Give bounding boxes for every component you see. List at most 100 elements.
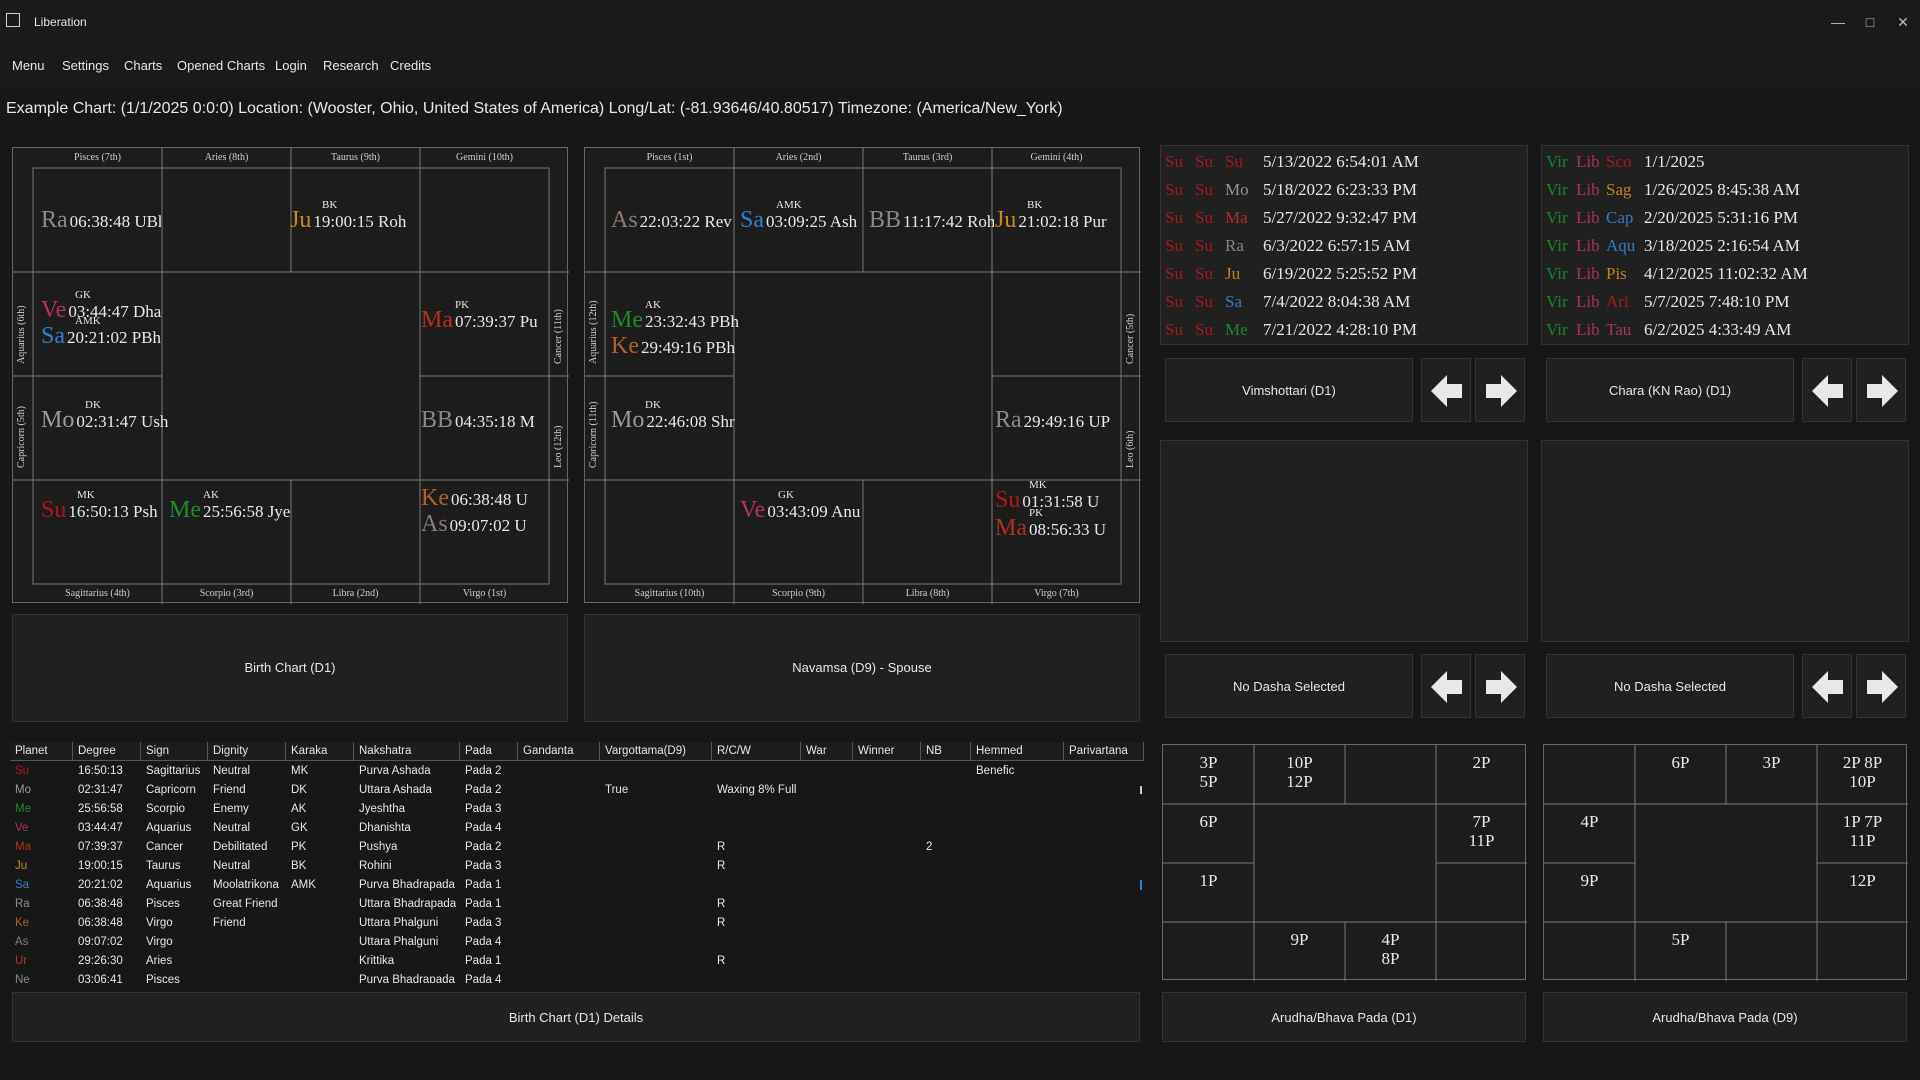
vimshottari-sub-next-button[interactable] <box>1475 654 1525 718</box>
planet-su[interactable]: Su 01:31:58 U MK <box>995 480 1120 513</box>
planet-ju[interactable]: Ju 21:02:18 Pur BK <box>995 200 1120 233</box>
table-scroll-marker[interactable] <box>1140 880 1142 890</box>
birth-chart-d1[interactable]: Pisces (7th) Sagittarius (4th) Aries (8th)… <box>12 147 569 604</box>
birth-chart-d1-button[interactable]: Birth Chart (D1) <box>12 614 568 722</box>
vimshottari-d1-button[interactable]: Vimshottari (D1) <box>1165 358 1413 422</box>
dasha-row[interactable]: Vir Lib Pis 4/12/2025 11:02:32 AM <box>1546 264 1808 284</box>
menu-item-research[interactable]: Research <box>323 58 379 73</box>
column-header[interactable]: War <box>801 742 853 761</box>
chara-sub-dasha-button[interactable]: No Dasha Selected <box>1546 654 1794 718</box>
dasha-row[interactable]: Su Su Su 5/13/2022 6:54:01 AM <box>1165 152 1419 172</box>
column-header[interactable]: Hemmed <box>971 742 1064 761</box>
table-row[interactable]: Ma 07:39:37 Cancer Debilitated PK Pushya Pada … <box>10 841 1144 860</box>
table-row[interactable]: Ju 19:00:15 Taurus Neutral BK Rohini Pada 3 R <box>10 860 1144 879</box>
table-row[interactable]: Ne 03:06:41 Pisces Purva Bhadrapada Pada 4 <box>10 974 1144 983</box>
navamsa-d9-button[interactable]: Navamsa (D9) - Spouse <box>584 614 1140 722</box>
planet-sa[interactable]: Sa 20:21:02 PBh AMK <box>41 316 166 349</box>
column-header[interactable]: Parivartana <box>1064 742 1144 761</box>
table-row[interactable]: As 09:07:02 Virgo Uttara Phalguni Pada 4 <box>10 936 1144 955</box>
planet-as[interactable]: As 09:07:02 U <box>421 512 556 536</box>
vimshottari-next-button[interactable] <box>1475 358 1525 422</box>
planet-ke[interactable]: Ke 06:38:48 U <box>421 486 556 510</box>
column-header[interactable]: Vargottama(D9) <box>600 742 712 761</box>
planet-bb[interactable]: BB 11:17:42 Roh <box>869 208 994 232</box>
column-header[interactable]: NB <box>921 742 971 761</box>
vimshottari-sub-dasha-button[interactable]: No Dasha Selected <box>1165 654 1413 718</box>
table-row[interactable]: Su 16:50:13 Sagittarius Neutral MK Purva Asha… <box>10 765 1144 784</box>
planet-as[interactable]: As 22:03:22 Rev <box>611 208 736 232</box>
chara-d1-button[interactable]: Chara (KN Rao) (D1) <box>1546 358 1794 422</box>
dasha-row[interactable]: Su Su Sa 7/4/2022 8:04:38 AM <box>1165 292 1410 312</box>
dasha-row[interactable]: Su Su Ju 6/19/2022 5:25:52 PM <box>1165 264 1417 284</box>
maximize-icon[interactable]: □ <box>1860 12 1880 32</box>
dasha-row[interactable]: Su Su Me 7/21/2022 4:28:10 PM <box>1165 320 1417 340</box>
table-row[interactable]: Me 25:56:58 Scorpio Enemy AK Jyeshtha Pada 3 <box>10 803 1144 822</box>
chara-no-dasha-label: No Dasha Selected <box>1613 679 1726 694</box>
planet-ra[interactable]: Ra 29:49:16 UP <box>995 408 1120 432</box>
arudha-pada-d9-button[interactable]: Arudha/Bhava Pada (D9) <box>1543 992 1907 1042</box>
vimshottari-d1-label: Vimshottari (D1) <box>1242 383 1336 398</box>
planet-details-table[interactable]: Planet Degree Sign Dignity Karaka Nakshatra Pa… <box>10 742 1144 983</box>
minimize-icon[interactable]: — <box>1828 12 1848 32</box>
planet-sa[interactable]: Sa 03:09:25 Ash AMK <box>740 200 865 233</box>
menu-item-settings[interactable]: Settings <box>62 58 109 73</box>
dasha-row[interactable]: Su Su Mo 5/18/2022 6:23:33 PM <box>1165 180 1417 200</box>
birth-chart-d1-details-button[interactable]: Birth Chart (D1) Details <box>12 992 1140 1042</box>
arudha-pada-d9-chart[interactable]: 6P 3P 2P 8P 10P 4P 1P 7P 11P 9P 12P 5P <box>1543 744 1908 981</box>
planet-ma[interactable]: Ma 08:56:33 U PK <box>995 508 1120 541</box>
dasha-row[interactable]: Vir Lib Aqu 3/18/2025 2:16:54 AM <box>1546 236 1800 256</box>
arudha-pada-d1-button[interactable]: Arudha/Bhava Pada (D1) <box>1162 992 1526 1042</box>
menu-item-charts[interactable]: Charts <box>124 58 162 73</box>
column-header[interactable]: Dignity <box>208 742 286 761</box>
vimshottari-sub-prev-button[interactable] <box>1421 654 1471 718</box>
close-icon[interactable]: ✕ <box>1893 12 1913 32</box>
planet-ju[interactable]: Ju 19:00:15 Roh BK <box>290 200 420 233</box>
dasha-row[interactable]: Vir Lib Ari 5/7/2025 7:48:10 PM <box>1546 292 1789 312</box>
arudha-pada-d1-chart[interactable]: 3P 5P 10P 12P 2P 6P 7P 11P 1P 9P 4P 8P <box>1162 744 1527 981</box>
planet-mo[interactable]: Mo 02:31:47 Ush DK <box>41 400 168 433</box>
chara-prev-button[interactable] <box>1802 358 1852 422</box>
dasha-date: 3/18/2025 2:16:54 AM <box>1644 236 1800 255</box>
navamsa-chart-d9[interactable]: Pisces (1st) Sagittarius (10th) Aries (2nd… <box>584 147 1141 604</box>
planet-su[interactable]: Su 16:50:13 Psh MK <box>41 490 166 523</box>
vimshottari-prev-button[interactable] <box>1421 358 1471 422</box>
dasha-row[interactable]: Vir Lib Tau 6/2/2025 4:33:49 AM <box>1546 320 1791 340</box>
dasha-row[interactable]: Su Su Ra 6/3/2022 6:57:15 AM <box>1165 236 1410 256</box>
chara-sub-prev-button[interactable] <box>1802 654 1852 718</box>
dasha-row[interactable]: Vir Lib Sco 1/1/2025 <box>1546 152 1704 172</box>
planet-ke[interactable]: Ke 29:49:16 PBh <box>611 334 736 358</box>
column-header[interactable]: Nakshatra <box>354 742 460 761</box>
menu-item-login[interactable]: Login <box>275 58 307 73</box>
column-header[interactable]: Planet <box>10 742 73 761</box>
column-header[interactable]: Gandanta <box>518 742 600 761</box>
planet-me[interactable]: Me 25:56:58 Jye AK <box>169 490 294 523</box>
column-header[interactable]: R/C/W <box>712 742 801 761</box>
table-row[interactable]: Mo 02:31:47 Capricorn Friend DK Uttara Ashada… <box>10 784 1144 803</box>
chara-sub-next-button[interactable] <box>1856 654 1906 718</box>
table-row[interactable]: Ra 06:38:48 Pisces Great Friend Uttara Bhadr… <box>10 898 1144 917</box>
planet-mo[interactable]: Mo 22:46:08 Shr DK <box>611 400 736 433</box>
menu-item-opened-charts[interactable]: Opened Charts <box>177 58 265 73</box>
planet-ve[interactable]: Ve 03:44:47 Dha GK <box>41 290 166 323</box>
column-header[interactable]: Winner <box>853 742 921 761</box>
menu-item-credits[interactable]: Credits <box>390 58 431 73</box>
planet-bb[interactable]: BB 04:35:18 M <box>421 408 556 432</box>
column-header[interactable]: Degree <box>73 742 141 761</box>
dasha-row[interactable]: Vir Lib Cap 2/20/2025 5:31:16 PM <box>1546 208 1798 228</box>
column-header[interactable]: Sign <box>141 742 208 761</box>
dasha-row[interactable]: Vir Lib Sag 1/26/2025 8:45:38 AM <box>1546 180 1800 200</box>
menu-item-menu[interactable]: Menu <box>12 58 45 73</box>
table-row[interactable]: Ur 29:26:30 Aries Krittika Pada 1 R <box>10 955 1144 974</box>
planet-ra[interactable]: Ra 06:38:48 UBh <box>41 208 161 232</box>
table-row[interactable]: Ve 03:44:47 Aquarius Neutral GK Dhanishta Pada… <box>10 822 1144 841</box>
table-scroll-marker[interactable] <box>1140 786 1142 794</box>
planet-me[interactable]: Me 23:32:43 PBh AK <box>611 300 739 333</box>
planet-ve[interactable]: Ve 03:43:09 Anu GK <box>740 490 865 523</box>
dasha-row[interactable]: Su Su Ma 5/27/2022 9:32:47 PM <box>1165 208 1417 228</box>
column-header[interactable]: Karaka <box>286 742 354 761</box>
planet-ma[interactable]: Ma 07:39:37 Pu PK <box>421 300 556 333</box>
column-header[interactable]: Pada <box>460 742 518 761</box>
table-row[interactable]: Sa 20:21:02 Aquarius Moolatrikona AMK Purva B… <box>10 879 1144 898</box>
chara-next-button[interactable] <box>1856 358 1906 422</box>
table-row[interactable]: Ke 06:38:48 Virgo Friend Uttara Phalguni Pada… <box>10 917 1144 936</box>
